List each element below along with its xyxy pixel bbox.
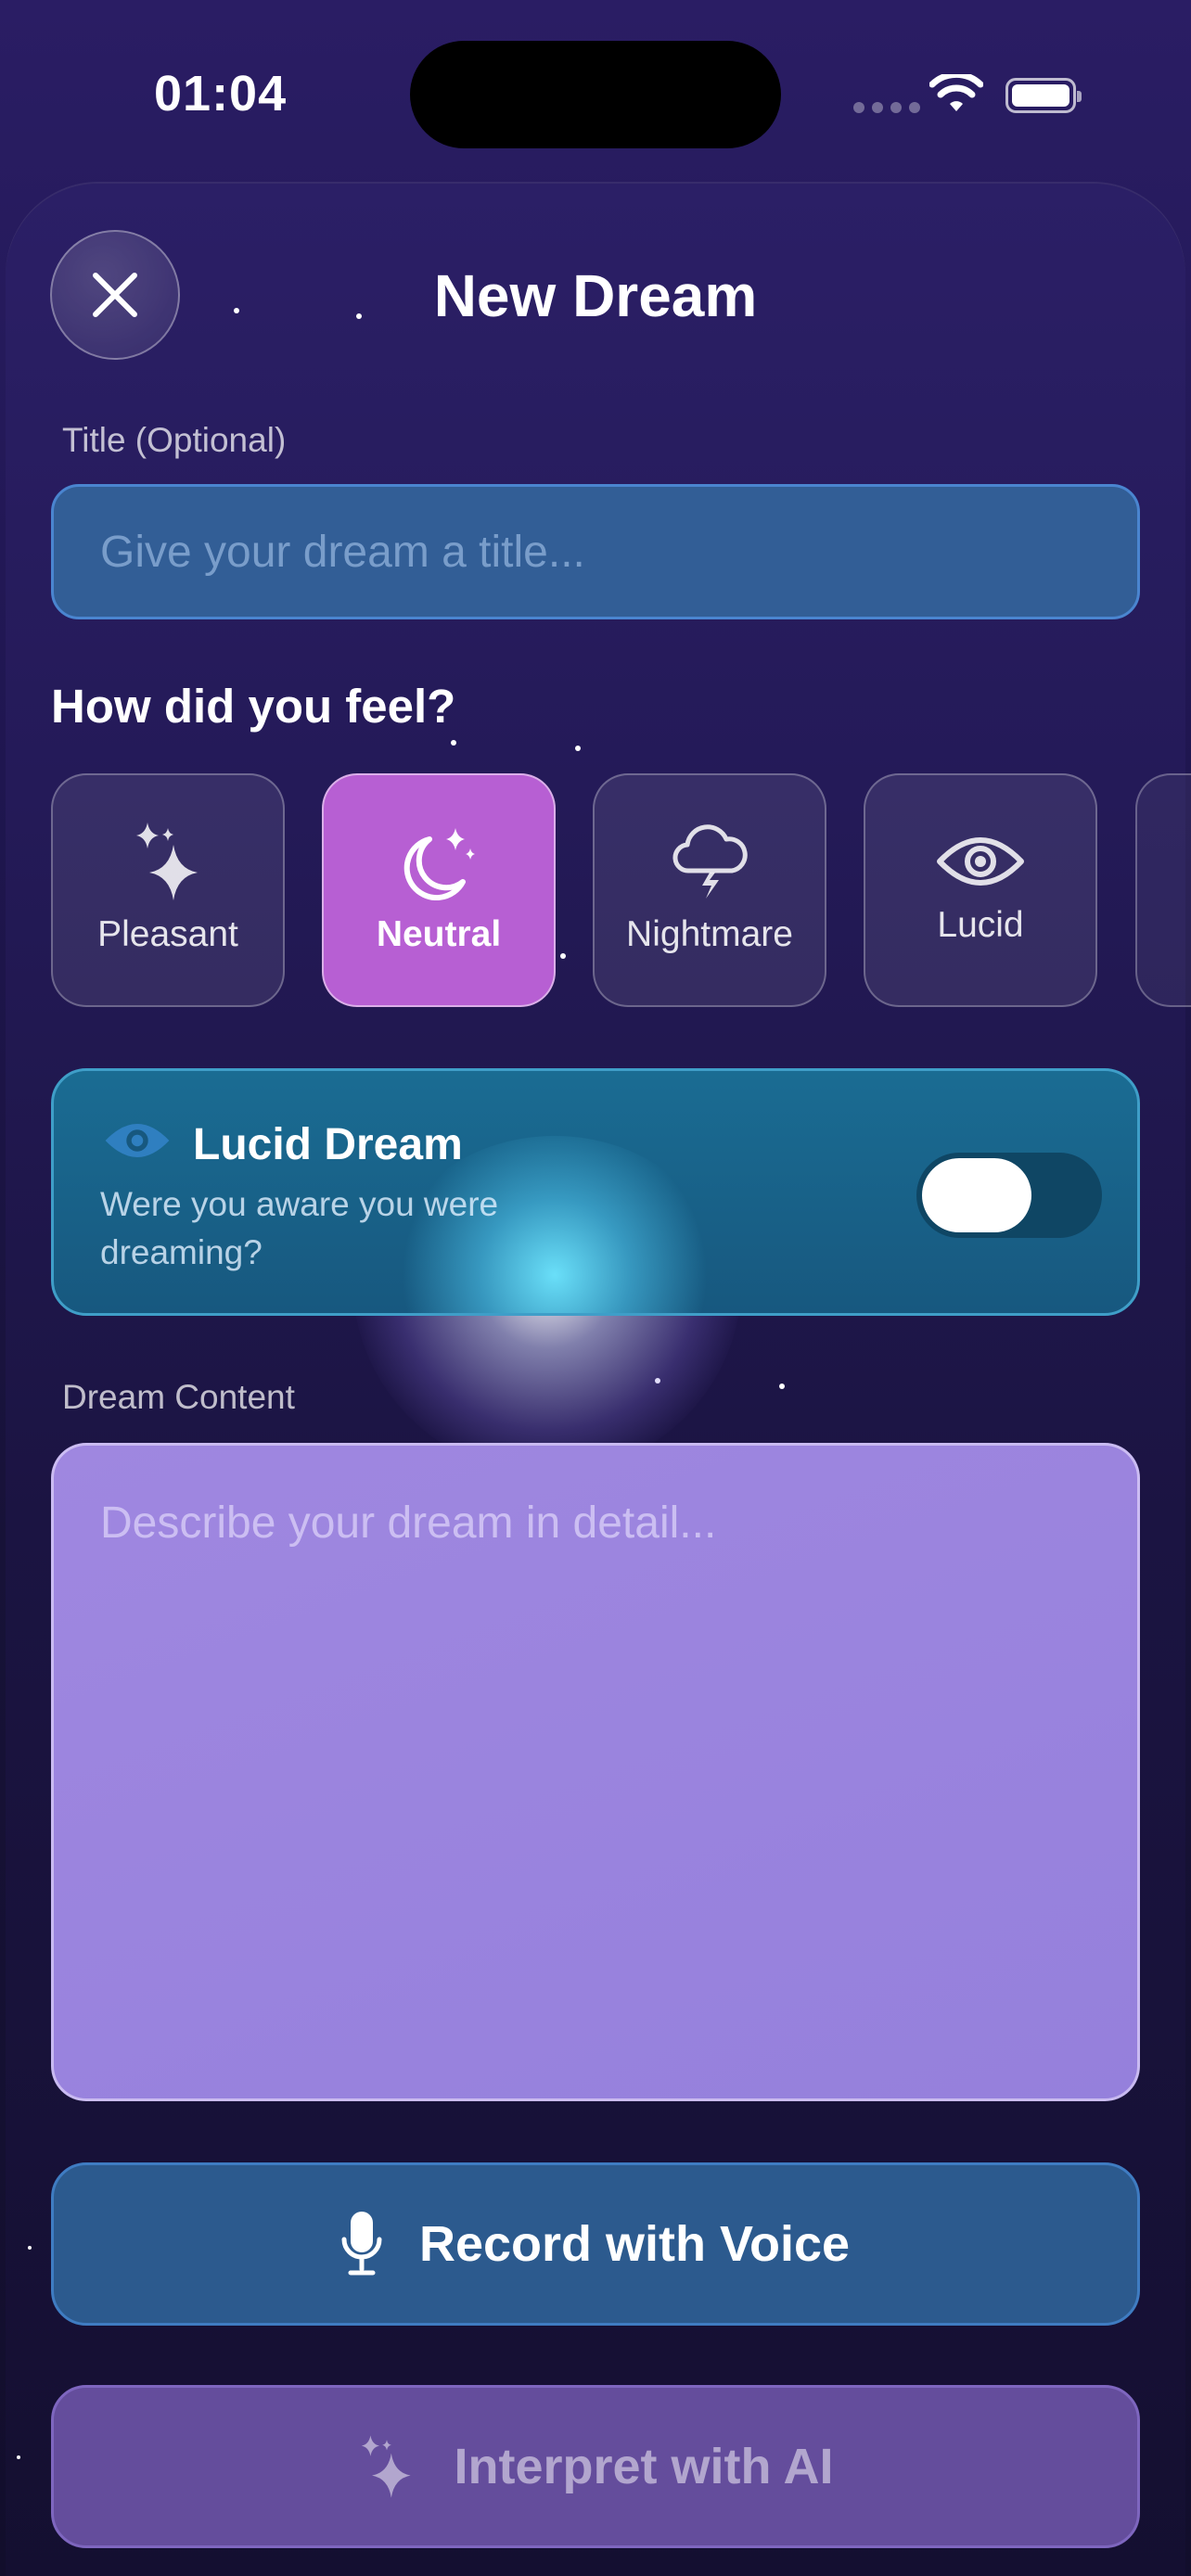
mood-option-more[interactable]	[1135, 773, 1191, 1007]
page-title: New Dream	[433, 262, 758, 329]
eye-icon	[937, 837, 1024, 886]
lucid-dream-title: Lucid Dream	[193, 1120, 463, 1169]
microphone-icon	[341, 2212, 382, 2276]
content-field-label: Dream Content	[62, 1378, 295, 1416]
star-decoration	[17, 2455, 20, 2459]
battery-icon	[1005, 78, 1082, 113]
mood-option-nightmare[interactable]: Nightmare	[593, 773, 826, 1007]
dream-content-input[interactable]	[51, 1443, 1140, 2101]
sparkles-icon	[136, 823, 198, 900]
star-decoration	[560, 953, 566, 959]
interpret-ai-button[interactable]: Interpret with AI	[51, 2385, 1140, 2548]
mood-option-label: Lucid	[937, 905, 1024, 945]
mood-option-lucid[interactable]: Lucid	[864, 773, 1097, 1007]
record-voice-button[interactable]: Record with Voice	[51, 2162, 1140, 2326]
mood-option-label: Neutral	[376, 914, 502, 954]
record-voice-label: Record with Voice	[418, 2216, 851, 2272]
mood-option-pleasant[interactable]: Pleasant	[51, 773, 285, 1007]
wifi-icon	[929, 74, 983, 111]
interpret-ai-label: Interpret with AI	[454, 2439, 834, 2494]
status-time: 01:04	[154, 66, 288, 121]
toggle-knob	[922, 1158, 1031, 1232]
mood-option-label: Nightmare	[626, 914, 793, 954]
star-decoration	[575, 746, 581, 751]
lucid-dream-toggle[interactable]	[916, 1153, 1102, 1238]
star-decoration	[779, 1384, 785, 1389]
lucid-dream-subtitle: Were you aware you were dreaming?	[100, 1185, 499, 1271]
lucid-dream-card: Lucid Dream Were you aware you were drea…	[51, 1068, 1140, 1316]
title-input[interactable]	[51, 484, 1140, 619]
dynamic-island	[410, 41, 781, 148]
screen: 01:04 New Dream Title (Optional) How did…	[0, 0, 1191, 2576]
star-decoration	[451, 740, 456, 746]
sparkles-icon	[362, 2435, 412, 2498]
cellular-signal-icon	[853, 102, 920, 113]
star-decoration	[28, 2246, 32, 2250]
mood-option-neutral[interactable]: Neutral	[322, 773, 556, 1007]
eye-icon	[105, 1124, 170, 1157]
title-field-label: Title (Optional)	[62, 421, 287, 459]
storm-cloud-icon	[672, 824, 748, 899]
mood-option-label: Pleasant	[97, 914, 238, 954]
mood-heading: How did you feel?	[51, 680, 456, 733]
moon-stars-icon	[403, 828, 475, 900]
